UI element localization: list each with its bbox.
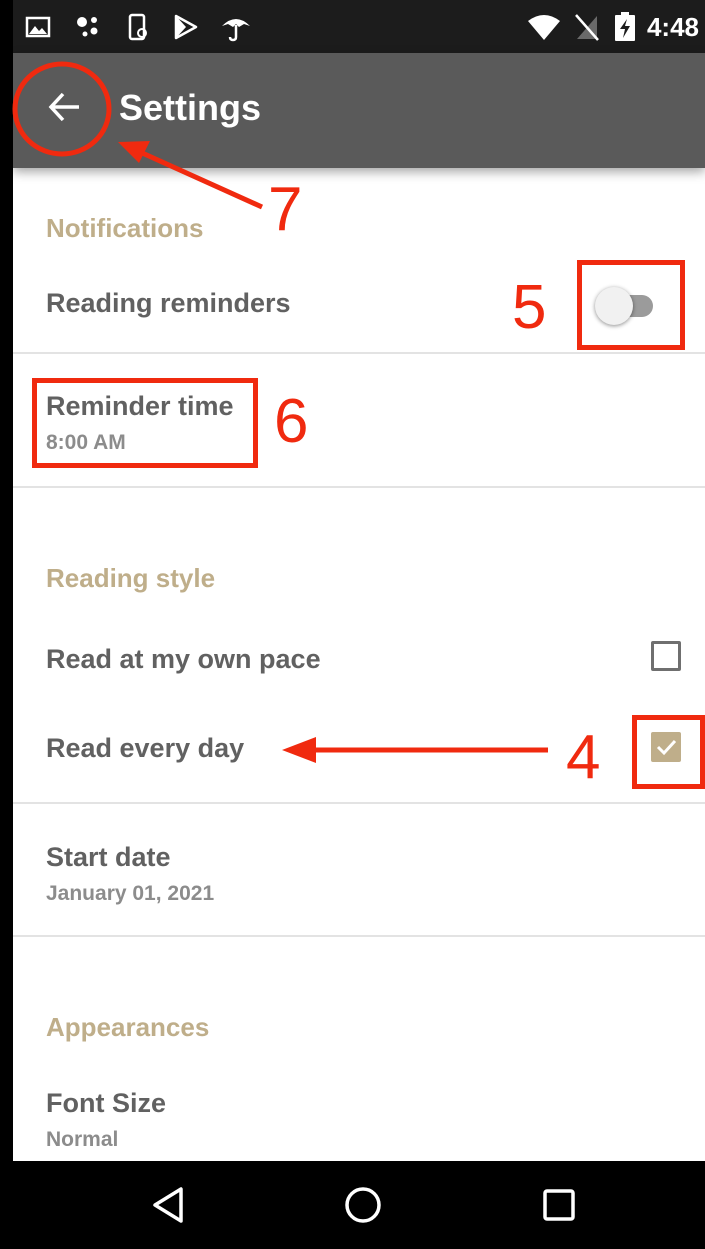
home-circle-icon bbox=[345, 1187, 381, 1223]
back-triangle-icon bbox=[153, 1187, 183, 1223]
recents-square-icon bbox=[543, 1189, 575, 1221]
own-pace-checkbox[interactable] bbox=[651, 641, 681, 671]
page-title: Settings bbox=[119, 87, 262, 128]
phone-sync-icon bbox=[128, 13, 147, 41]
pref-title: Start date bbox=[46, 842, 171, 872]
assistant-dots-icon bbox=[77, 17, 98, 37]
pref-start-date[interactable]: Start date January 01, 2021 bbox=[13, 804, 705, 936]
pref-read-own-pace[interactable]: Read at my own pace bbox=[13, 618, 705, 698]
pref-reminder-time[interactable]: Reminder time 8:00 AM bbox=[13, 354, 705, 486]
pref-read-every-day[interactable]: Read every day bbox=[13, 708, 705, 802]
divider bbox=[13, 935, 705, 937]
section-header-appearances: Appearances bbox=[46, 1012, 210, 1042]
navigation-bar bbox=[13, 1161, 705, 1249]
pref-title: Reminder time bbox=[46, 391, 234, 421]
divider bbox=[13, 486, 705, 488]
section-header-notifications: Notifications bbox=[46, 213, 204, 243]
switch-thumb bbox=[595, 287, 633, 325]
pref-title: Font Size bbox=[46, 1088, 166, 1118]
arrow-left-icon bbox=[48, 92, 79, 122]
play-store-icon bbox=[174, 14, 198, 40]
pref-font-size[interactable]: Font Size Normal bbox=[13, 1068, 705, 1161]
wifi-icon bbox=[528, 15, 560, 40]
umbrella-icon bbox=[222, 19, 250, 42]
nav-home-button[interactable] bbox=[335, 1177, 391, 1233]
status-bar: 4:48 bbox=[13, 0, 705, 53]
nav-recents-button[interactable] bbox=[531, 1177, 587, 1233]
reading-reminders-switch[interactable] bbox=[595, 286, 661, 326]
section-header-reading-style: Reading style bbox=[46, 563, 216, 593]
screenshot: 4:48 Settings Notifications Reading remi… bbox=[0, 0, 705, 1249]
pref-title: Read every day bbox=[46, 733, 245, 763]
status-clock: 4:48 bbox=[646, 12, 699, 42]
pref-title: Read at my own pace bbox=[46, 644, 321, 674]
checkmark-icon bbox=[656, 739, 677, 756]
app-bar: Settings bbox=[13, 53, 705, 168]
no-sim-icon bbox=[575, 14, 599, 41]
photo-icon bbox=[25, 16, 51, 38]
every-day-checkbox[interactable] bbox=[651, 732, 681, 762]
back-button[interactable] bbox=[33, 75, 97, 139]
pref-summary: Normal bbox=[46, 1128, 119, 1151]
battery-charging-icon bbox=[615, 12, 635, 41]
pref-title: Reading reminders bbox=[46, 288, 291, 318]
pref-summary: 8:00 AM bbox=[46, 431, 126, 454]
settings-list: Notifications Reading reminders Reminder… bbox=[13, 168, 705, 1161]
phone-screen: 4:48 Settings Notifications Reading remi… bbox=[13, 0, 705, 1249]
nav-back-button[interactable] bbox=[141, 1177, 197, 1233]
pref-summary: January 01, 2021 bbox=[46, 882, 215, 905]
frame-edge bbox=[0, 0, 13, 1249]
